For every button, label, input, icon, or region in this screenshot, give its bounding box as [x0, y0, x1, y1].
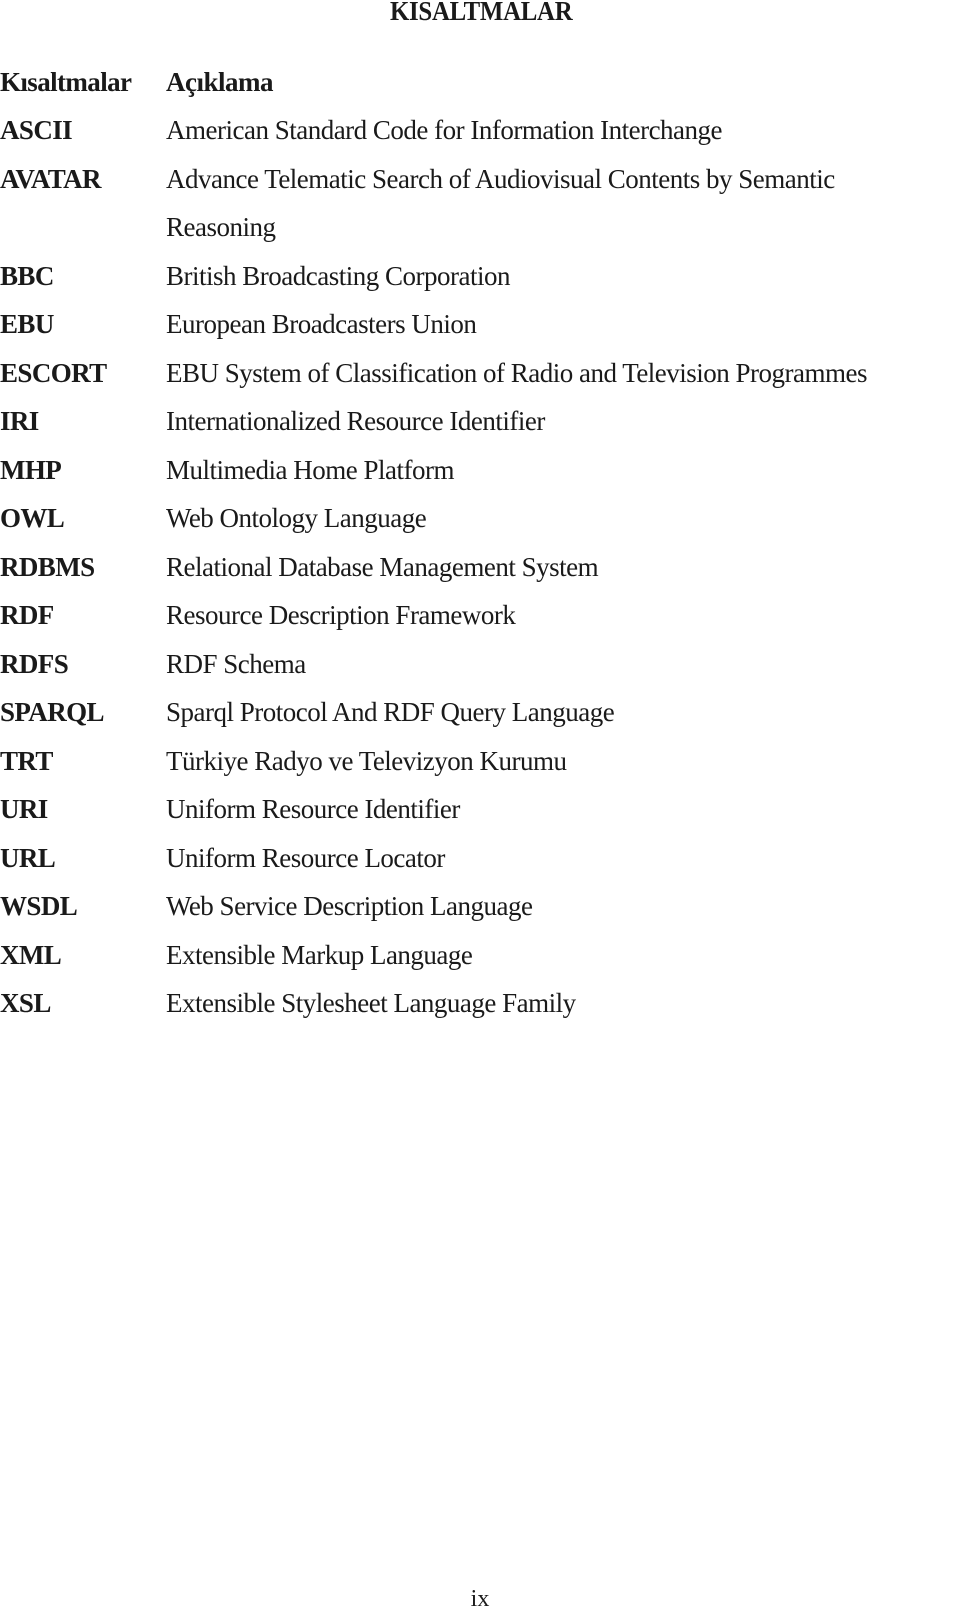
table-row: IRI Internationalized Resource Identifier [0, 398, 960, 447]
table-row: MHP Multimedia Home Platform [0, 446, 960, 495]
abbreviation: ASCII [0, 115, 73, 146]
abbreviation: EBU [0, 309, 54, 340]
abbreviation: RDBMS [0, 551, 95, 582]
description: RDF Schema [166, 648, 306, 679]
abbreviation: TRT [0, 745, 53, 776]
table-row: WSDL Web Service Description Language [0, 883, 960, 932]
table-row-continuation: Reasoning [0, 204, 960, 253]
description: Extensible Stylesheet Language Family [166, 988, 576, 1019]
description: Resource Description Framework [166, 600, 516, 631]
description: Türkiye Radyo ve Televizyon Kurumu [166, 745, 567, 776]
table-row: SPARQL Sparql Protocol And RDF Query Lang… [0, 689, 960, 738]
abbreviation: RDF [0, 600, 54, 631]
abbreviation: IRI [0, 406, 39, 437]
table-row: AVATAR Advance Telematic Search of Audiov… [0, 155, 960, 204]
abbreviation: MHP [0, 454, 62, 485]
description: Web Ontology Language [166, 503, 427, 534]
abbreviations-table: Kısaltmalar Açıklama ASCII American Stand… [0, 58, 960, 1028]
description: European Broadcasters Union [166, 309, 477, 340]
header-abbreviations: Kısaltmalar [0, 66, 132, 97]
abbreviation: ESCORT [0, 357, 107, 388]
abbreviation: URL [0, 842, 56, 873]
table-row: XSL Extensible Stylesheet Language Family [0, 980, 960, 1029]
table-body: ASCII American Standard Code for Informat… [0, 107, 960, 1029]
description: Relational Database Management System [166, 551, 599, 582]
description: American Standard Code for Information I… [166, 115, 723, 146]
table-row: RDFS RDF Schema [0, 640, 960, 689]
description: Web Service Description Language [166, 891, 533, 922]
description-continuation: Reasoning [166, 212, 276, 243]
description: Uniform Resource Locator [166, 842, 445, 873]
abbreviation: XSL [0, 988, 51, 1019]
table-row: OWL Web Ontology Language [0, 495, 960, 544]
abbreviation: URI [0, 794, 48, 825]
abbreviation: XML [0, 939, 62, 970]
table-header-row: Kısaltmalar Açıklama [0, 58, 960, 107]
table-row: TRT Türkiye Radyo ve Televizyon Kurumu [0, 737, 960, 786]
abbreviation: RDFS [0, 648, 69, 679]
abbreviation: AVATAR [0, 163, 102, 194]
table-row: URL Uniform Resource Locator [0, 834, 960, 883]
table-row: URI Uniform Resource Identifier [0, 786, 960, 835]
table-row: BBC British Broadcasting Corporation [0, 252, 960, 301]
table-row: RDF Resource Description Framework [0, 592, 960, 641]
description: EBU System of Classification of Radio an… [166, 357, 868, 388]
header-description: Açıklama [166, 66, 274, 97]
description: Internationalized Resource Identifier [166, 406, 545, 437]
abbreviation: BBC [0, 260, 54, 291]
abbreviation: SPARQL [0, 697, 105, 728]
description: Uniform Resource Identifier [166, 794, 460, 825]
table-row: ESCORT EBU System of Classification of Ra… [0, 349, 960, 398]
table-row: EBU European Broadcasters Union [0, 301, 960, 350]
abbreviation: OWL [0, 503, 65, 534]
table-row: RDBMS Relational Database Management Syst… [0, 543, 960, 592]
description: Multimedia Home Platform [166, 454, 454, 485]
description: Advance Telematic Search of Audiovisual … [166, 163, 835, 194]
table-row: ASCII American Standard Code for Informat… [0, 107, 960, 156]
description: Extensible Markup Language [166, 939, 473, 970]
description: Sparql Protocol And RDF Query Language [166, 697, 615, 728]
description: British Broadcasting Corporation [166, 260, 510, 291]
page-title: KISALTMALAR [389, 0, 573, 26]
page-number: ix [470, 1586, 490, 1612]
abbreviation: WSDL [0, 891, 78, 922]
table-row: XML Extensible Markup Language [0, 931, 960, 980]
